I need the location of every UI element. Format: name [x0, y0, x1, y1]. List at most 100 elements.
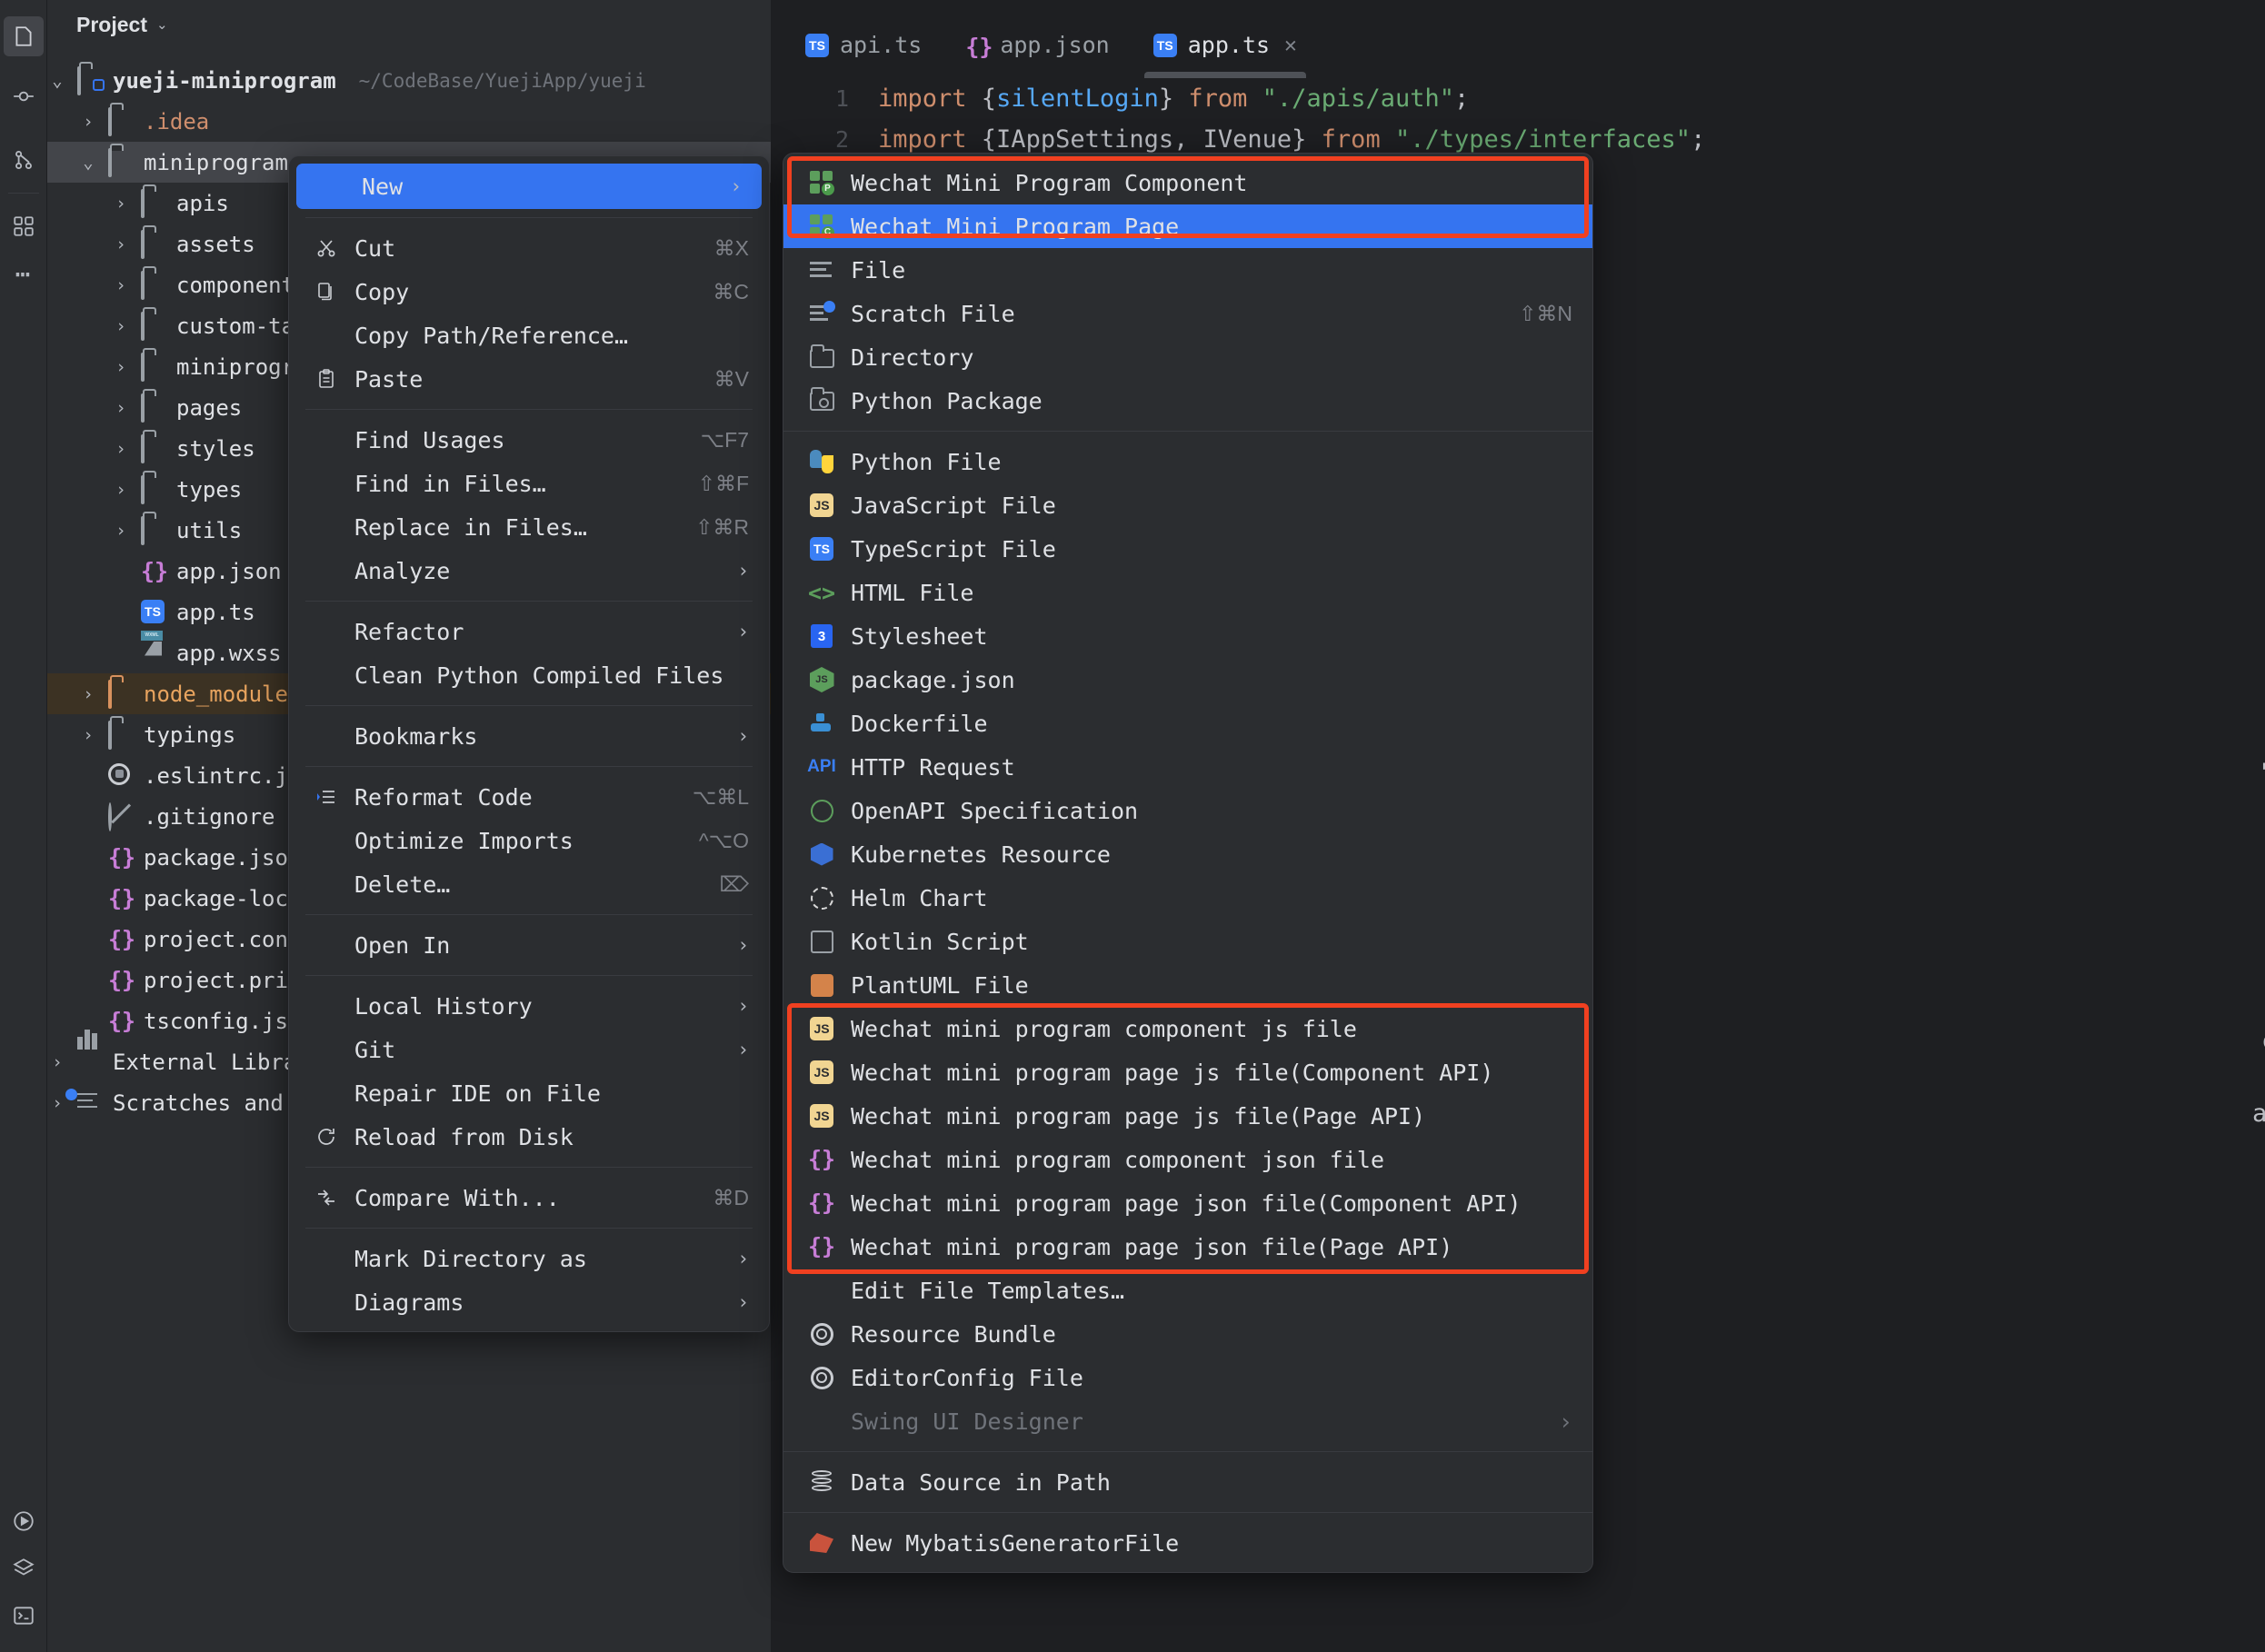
new-submenu-item[interactable]: JS Wechat mini program page js file(Page …: [783, 1094, 1592, 1138]
context-menu-item[interactable]: Find Usages ⌥F7: [289, 418, 769, 462]
context-menu-item-label: Compare With...: [354, 1184, 560, 1211]
chevron-right-icon[interactable]: ›: [111, 480, 131, 500]
file-context-menu[interactable]: New › Cut ⌘X Copy ⌘C Copy Path/Reference… Paste…: [288, 155, 770, 1332]
new-submenu-item[interactable]: JS Wechat mini program page js file(Compo…: [783, 1050, 1592, 1094]
project-icon[interactable]: [4, 16, 44, 56]
context-menu-item[interactable]: New ›: [296, 164, 762, 209]
chevron-right-icon[interactable]: ›: [111, 234, 131, 254]
new-submenu-item[interactable]: P Wechat Mini Program Component: [783, 161, 1592, 204]
context-menu-item[interactable]: Open In ›: [289, 923, 769, 967]
new-submenu-item[interactable]: New MybatisGeneratorFile: [783, 1521, 1592, 1565]
gear-icon: [807, 1322, 836, 1346]
new-submenu-item[interactable]: {} Wechat mini program page json file(Pag…: [783, 1225, 1592, 1269]
new-submenu-item[interactable]: Python Package: [783, 379, 1592, 423]
context-menu-item[interactable]: Clean Python Compiled Files: [289, 653, 769, 697]
chevron-right-icon[interactable]: ›: [111, 194, 131, 214]
context-menu-item[interactable]: Delete… ⌦: [289, 862, 769, 906]
context-menu-item[interactable]: Replace in Files… ⇧⌘R: [289, 505, 769, 549]
new-submenu-item[interactable]: Kotlin Script: [783, 920, 1592, 963]
commit-icon[interactable]: [0, 73, 47, 120]
new-submenu-item[interactable]: <> HTML File: [783, 571, 1592, 614]
pull-requests-icon[interactable]: [0, 136, 47, 184]
new-submenu-item[interactable]: Data Source in Path: [783, 1460, 1592, 1504]
code-line[interactable]: import {silentLogin} from "./apis/auth";: [878, 78, 2265, 119]
context-menu-item[interactable]: Paste ⌘V: [289, 357, 769, 401]
new-submenu-item-label: OpenAPI Specification: [851, 797, 1139, 824]
context-menu-item-label: New: [362, 173, 404, 200]
editor-tab[interactable]: TS app.ts ✕: [1132, 12, 1319, 78]
new-submenu-item[interactable]: Helm Chart: [783, 876, 1592, 920]
project-pane-header[interactable]: Project ⌄: [47, 0, 771, 49]
run-icon[interactable]: [0, 1498, 47, 1545]
new-submenu-item[interactable]: API HTTP Request: [783, 745, 1592, 789]
editor-tab[interactable]: {} app.json: [943, 12, 1131, 78]
chevron-right-icon[interactable]: ›: [111, 316, 131, 336]
context-menu-item[interactable]: Compare With... ⌘D: [289, 1176, 769, 1219]
context-menu-item[interactable]: Repair IDE on File: [289, 1071, 769, 1115]
chevron-right-icon[interactable]: ›: [111, 521, 131, 541]
new-submenu-item[interactable]: Dockerfile: [783, 702, 1592, 745]
context-menu-item[interactable]: Copy Path/Reference…: [289, 313, 769, 357]
code-token: from: [1321, 125, 1395, 154]
context-menu-item[interactable]: Reformat Code ⌥⌘L: [289, 775, 769, 819]
new-submenu-item[interactable]: TS TypeScript File: [783, 527, 1592, 571]
new-submenu-item[interactable]: JS JavaScript File: [783, 483, 1592, 527]
tree-item[interactable]: › .idea: [47, 101, 771, 142]
chevron-down-icon[interactable]: ⌄: [156, 16, 168, 33]
context-menu-item[interactable]: Mark Directory as ›: [289, 1237, 769, 1280]
new-submenu-item[interactable]: Scratch File ⇧⌘N: [783, 292, 1592, 335]
new-submenu-item[interactable]: OpenAPI Specification: [783, 789, 1592, 832]
context-menu-item[interactable]: Diagrams ›: [289, 1280, 769, 1324]
new-submenu-item[interactable]: JS Wechat mini program component js file: [783, 1007, 1592, 1050]
editor-tab-bar[interactable]: TS api.ts {} app.json TS app.ts ✕: [771, 12, 2265, 78]
close-icon[interactable]: ✕: [1284, 34, 1297, 57]
new-submenu-item[interactable]: {} Wechat mini program component json fil…: [783, 1138, 1592, 1181]
context-menu-item[interactable]: Find in Files… ⇧⌘F: [289, 462, 769, 505]
chevron-right-icon[interactable]: ›: [47, 1052, 67, 1072]
chevron-right-icon[interactable]: ›: [111, 439, 131, 459]
services-icon[interactable]: [0, 1545, 47, 1592]
gear-icon: [807, 1366, 836, 1389]
chevron-right-icon[interactable]: ›: [78, 684, 98, 704]
chevron-right-icon[interactable]: ›: [78, 725, 98, 745]
new-submenu[interactable]: P Wechat Mini Program Component C Wechat Mi…: [783, 153, 1593, 1573]
context-menu-item[interactable]: Optimize Imports ^⌥O: [289, 819, 769, 862]
new-submenu-item[interactable]: Directory: [783, 335, 1592, 379]
terminal-icon[interactable]: [0, 1592, 47, 1639]
more-icon[interactable]: ⋯: [0, 250, 47, 297]
new-submenu-item[interactable]: File: [783, 248, 1592, 292]
editor-tab[interactable]: TS api.ts: [783, 12, 943, 78]
chevron-right-icon[interactable]: ›: [111, 357, 131, 377]
new-submenu-item[interactable]: C Wechat Mini Program Page: [783, 204, 1592, 248]
context-menu-item[interactable]: Reload from Disk: [289, 1115, 769, 1159]
new-submenu-item[interactable]: package.json: [783, 658, 1592, 702]
chevron-down-icon[interactable]: ⌄: [47, 71, 67, 91]
context-menu-item[interactable]: Copy ⌘C: [289, 270, 769, 313]
tree-item[interactable]: ⌄ yueji-miniprogram ~/CodeBase/YuejiApp/yu…: [47, 60, 771, 101]
new-submenu-item-label: Kotlin Script: [851, 928, 1029, 955]
context-menu-item[interactable]: Local History ›: [289, 984, 769, 1028]
chevron-right-icon[interactable]: ›: [111, 398, 131, 418]
new-submenu-item[interactable]: EditorConfig File: [783, 1356, 1592, 1399]
tree-item-label: package.json: [144, 844, 302, 871]
chevron-right-icon[interactable]: ›: [111, 275, 131, 295]
new-submenu-item[interactable]: PlantUML File: [783, 963, 1592, 1007]
new-submenu-item-label: Data Source in Path: [851, 1468, 1111, 1496]
context-menu-item[interactable]: Bookmarks ›: [289, 714, 769, 758]
chevron-right-icon[interactable]: ›: [78, 112, 98, 132]
folder-excluded-icon: [108, 679, 134, 709]
context-menu-item[interactable]: Cut ⌘X: [289, 226, 769, 270]
new-submenu-item[interactable]: 3 Stylesheet: [783, 614, 1592, 658]
chevron-right-icon[interactable]: ›: [47, 1093, 67, 1113]
new-submenu-item[interactable]: Python File: [783, 440, 1592, 483]
context-menu-item[interactable]: Refactor ›: [289, 610, 769, 653]
new-submenu-item[interactable]: Kubernetes Resource: [783, 832, 1592, 876]
new-submenu-item[interactable]: Edit File Templates…: [783, 1269, 1592, 1312]
chevron-down-icon[interactable]: ⌄: [78, 153, 98, 173]
new-submenu-item[interactable]: {} Wechat mini program page json file(Com…: [783, 1181, 1592, 1225]
structure-icon[interactable]: [0, 203, 47, 250]
context-menu-item[interactable]: Analyze ›: [289, 549, 769, 592]
new-submenu-item[interactable]: Resource Bundle: [783, 1312, 1592, 1356]
context-menu-item[interactable]: Git ›: [289, 1028, 769, 1071]
editor-tab-label: app.json: [1000, 32, 1110, 58]
